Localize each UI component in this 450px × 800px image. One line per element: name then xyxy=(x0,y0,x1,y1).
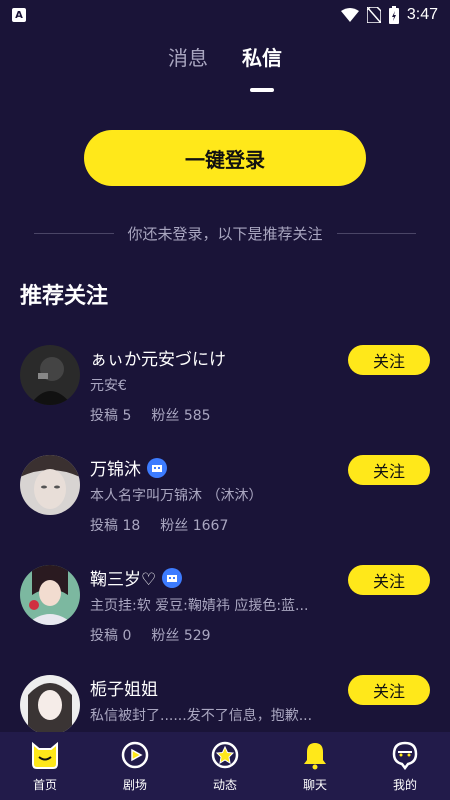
user-name[interactable]: 栀子姐姐 xyxy=(90,675,158,700)
login-hint-text: 你还未登录，以下是推荐关注 xyxy=(127,224,323,243)
user-bio: 本人名字叫万锦沐 （沐沐） xyxy=(90,488,263,504)
user-stats: 投稿 18 粉丝 1667 xyxy=(90,515,228,535)
fans-label: 粉丝 xyxy=(151,408,180,424)
one-click-login-button[interactable]: 一键登录 xyxy=(84,130,366,186)
nav-feed[interactable]: 动态 xyxy=(180,732,270,800)
section-title: 推荐关注 xyxy=(20,284,109,309)
status-indicators: 3:47 xyxy=(340,6,438,24)
avatar[interactable] xyxy=(20,345,80,405)
nav-profile[interactable]: 我的 xyxy=(360,732,450,800)
fans-count: 585 xyxy=(183,408,211,424)
avatar[interactable] xyxy=(20,565,80,625)
nav-chat[interactable]: 聊天 xyxy=(270,732,360,800)
divider-right xyxy=(336,232,417,234)
battery-charging-icon xyxy=(388,6,399,24)
user-name[interactable]: 万锦沐 xyxy=(90,455,167,480)
nav-theater-label: 剧场 xyxy=(122,778,147,792)
user-name-text: 万锦沐 xyxy=(90,460,141,480)
avatar[interactable] xyxy=(20,675,80,735)
user-stats: 投稿 0 粉丝 529 xyxy=(90,625,211,645)
posts-count: 18 xyxy=(122,518,141,534)
fans-stat: 粉丝 529 xyxy=(151,625,210,645)
user-bio: 私信被封了......发不了信息，抱歉... xyxy=(90,708,313,724)
message-tabs: 消息 私信 xyxy=(0,42,450,82)
recommended-user-card[interactable]: 万锦沐 本人名字叫万锦沐 （沐沐） 投稿 18 粉丝 1667 关注 xyxy=(0,455,450,555)
fans-stat: 粉丝 585 xyxy=(151,405,210,425)
user-bio: 元安€ xyxy=(90,378,127,394)
posts-label: 投稿 xyxy=(90,628,118,644)
avatar[interactable] xyxy=(20,455,80,515)
nav-profile-label: 我的 xyxy=(392,778,417,792)
user-name-text: 栀子姐姐 xyxy=(90,680,158,700)
profile-face-icon xyxy=(392,741,418,770)
posts-label: 投稿 xyxy=(90,518,118,534)
posts-stat: 投稿 5 xyxy=(90,405,131,425)
tab-messages[interactable]: 消息 xyxy=(168,42,208,82)
verified-badge-icon xyxy=(147,457,167,478)
nav-home[interactable]: 首页 xyxy=(0,732,90,800)
posts-stat: 投稿 0 xyxy=(90,625,131,645)
star-icon xyxy=(211,741,239,769)
bell-icon xyxy=(304,743,326,770)
user-bio: 主页挂:软 爱豆:鞠婧祎 应援色:蓝... xyxy=(90,598,309,614)
status-time: 3:47 xyxy=(406,6,438,23)
divider-left xyxy=(34,232,114,234)
no-sim-icon xyxy=(366,7,381,23)
fans-count: 1667 xyxy=(192,518,229,534)
fans-label: 粉丝 xyxy=(160,518,189,534)
tab-private-messages[interactable]: 私信 xyxy=(242,42,282,82)
posts-label: 投稿 xyxy=(90,408,118,424)
nav-feed-label: 动态 xyxy=(212,778,237,792)
user-name[interactable]: 鞠三岁♡ xyxy=(90,565,183,590)
bottom-navigation: 首页 剧场 动态 聊天 我的 xyxy=(0,732,450,800)
user-name-text: 鞠三岁♡ xyxy=(90,570,157,590)
fans-stat: 粉丝 1667 xyxy=(160,515,228,535)
recommended-user-card[interactable]: ぁぃか元安づにけ 元安€ 投稿 5 粉丝 585 关注 xyxy=(0,345,450,445)
user-name[interactable]: ぁぃか元安づにけ xyxy=(90,345,226,370)
wifi-icon xyxy=(340,8,359,22)
posts-count: 0 xyxy=(122,628,132,644)
nav-home-label: 首页 xyxy=(32,778,57,792)
user-stats: 投稿 5 粉丝 585 xyxy=(90,405,211,425)
home-cat-icon xyxy=(32,741,58,769)
login-hint: 你还未登录，以下是推荐关注 xyxy=(34,220,417,246)
fans-label: 粉丝 xyxy=(151,628,180,644)
nav-theater[interactable]: 剧场 xyxy=(90,732,180,800)
follow-button[interactable]: 关注 xyxy=(348,455,430,485)
status-bar: A 3:47 xyxy=(0,0,450,30)
follow-button[interactable]: 关注 xyxy=(348,675,430,705)
recommended-user-card[interactable]: 鞠三岁♡ 主页挂:软 爱豆:鞠婧祎 应援色:蓝... 投稿 0 粉丝 529 关… xyxy=(0,565,450,665)
verified-badge-icon xyxy=(162,567,183,588)
nav-chat-label: 聊天 xyxy=(302,778,327,792)
follow-button[interactable]: 关注 xyxy=(348,345,430,375)
follow-button[interactable]: 关注 xyxy=(348,565,430,595)
fans-count: 529 xyxy=(183,628,211,644)
posts-count: 5 xyxy=(122,408,132,424)
posts-stat: 投稿 18 xyxy=(90,515,140,535)
play-icon xyxy=(121,741,149,769)
user-name-text: ぁぃか元安づにけ xyxy=(90,350,226,370)
app-notification-icon: A xyxy=(12,8,26,22)
